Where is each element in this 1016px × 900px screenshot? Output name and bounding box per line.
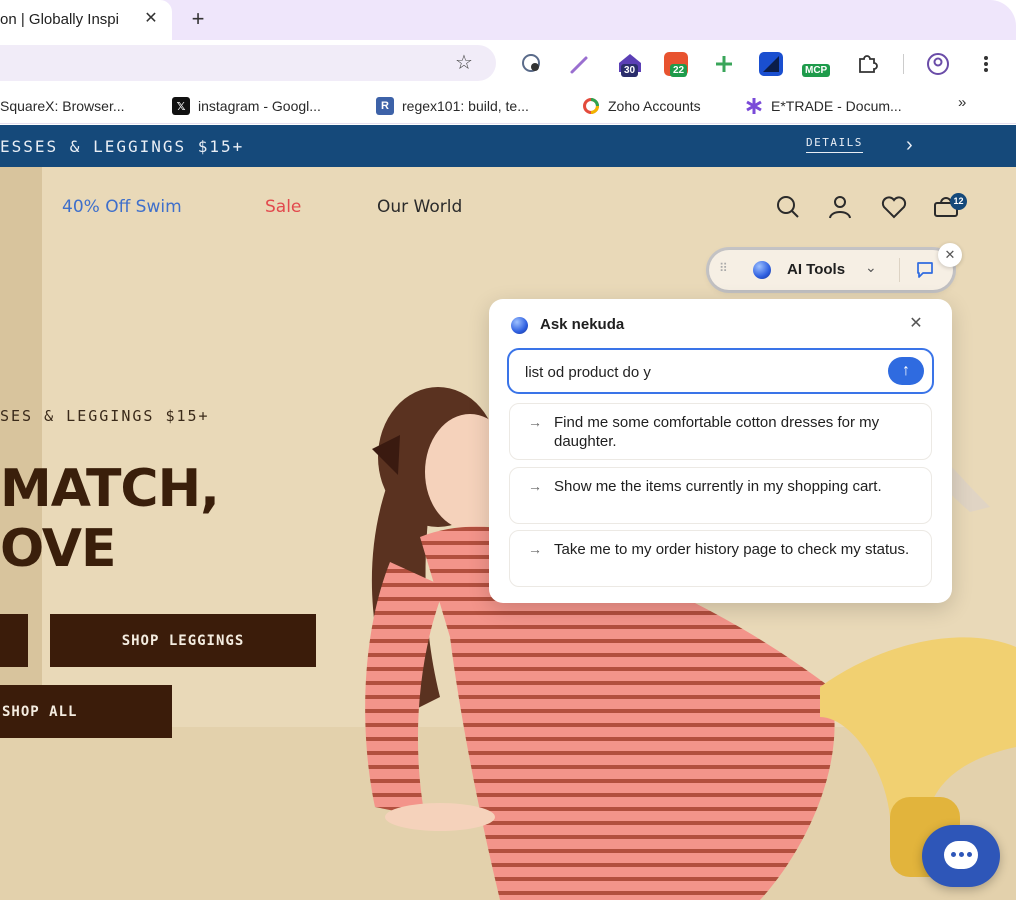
tab-strip: on | Globally Inspi ✕ + bbox=[0, 0, 1016, 40]
live-chat-button[interactable] bbox=[922, 825, 1000, 887]
nekuda-query-input[interactable] bbox=[525, 361, 875, 383]
arrow-right-icon: → bbox=[528, 478, 542, 494]
arrow-right-icon: → bbox=[528, 541, 542, 557]
ai-tools-pill: ⠿ AI Tools ⌄ bbox=[709, 250, 953, 290]
extension-badge: 22 bbox=[670, 64, 688, 77]
shop-dresses-button[interactable] bbox=[0, 614, 28, 667]
ai-tools-separator bbox=[899, 258, 900, 282]
bookmark-label: regex101: build, te... bbox=[402, 98, 529, 114]
account-icon[interactable] bbox=[826, 193, 854, 221]
suggestion-text: Find me some comfortable cotton dresses … bbox=[554, 414, 880, 450]
new-tab-button[interactable]: + bbox=[186, 7, 210, 31]
bookmark-star-icon[interactable]: ☆ bbox=[452, 51, 476, 75]
bookmarks-overflow-icon[interactable]: » bbox=[958, 94, 966, 111]
x-icon: 𝕏 bbox=[172, 97, 190, 115]
address-bar[interactable]: ☆ bbox=[0, 45, 496, 81]
panel-close-icon[interactable]: ✕ bbox=[905, 313, 927, 335]
plus-extension-icon[interactable] bbox=[712, 52, 736, 76]
promo-text: ESSES & LEGGINGS $15+ bbox=[0, 137, 245, 156]
suggestion-text: Take me to my order history page to chec… bbox=[554, 541, 910, 558]
suggestion-text: Show me the items currently in my shoppi… bbox=[554, 478, 882, 495]
hero-eyebrow: SES & LEGGINGS $15+ bbox=[0, 407, 210, 425]
nav-link-our-world[interactable]: Our World bbox=[377, 197, 462, 217]
drag-handle-icon[interactable]: ⠿ bbox=[719, 261, 728, 275]
pen-extension-icon[interactable] bbox=[568, 52, 592, 76]
tab-title: on | Globally Inspi bbox=[0, 11, 119, 28]
todo-extension-icon[interactable]: 22 bbox=[664, 52, 688, 77]
toolbar-separator bbox=[903, 54, 904, 74]
nav-link-swim[interactable]: 40% Off Swim bbox=[62, 197, 182, 217]
extension-badge: MCP bbox=[802, 64, 831, 77]
bookmark-item[interactable]: R regex101: build, te... bbox=[376, 94, 529, 118]
panel-title: Ask nekuda bbox=[540, 316, 625, 333]
suggestion-item[interactable]: → Find me some comfortable cotton dresse… bbox=[509, 403, 932, 460]
bookmark-label: Zoho Accounts bbox=[608, 98, 701, 114]
tab-close-icon[interactable]: ✕ bbox=[142, 8, 160, 30]
cart-count-badge: 12 bbox=[950, 193, 967, 210]
chat-dot bbox=[951, 852, 956, 857]
etrade-icon bbox=[745, 97, 763, 115]
nav-link-sale[interactable]: Sale bbox=[265, 197, 301, 217]
chat-dot bbox=[959, 852, 964, 857]
lens-extension-icon[interactable] bbox=[520, 52, 544, 76]
regex101-icon: R bbox=[376, 97, 394, 115]
zoho-icon bbox=[582, 97, 600, 115]
chat-dot bbox=[967, 852, 972, 857]
puzzle-extensions-icon[interactable] bbox=[855, 52, 879, 76]
active-tab[interactable]: on | Globally Inspi ✕ bbox=[0, 0, 172, 40]
arrow-right-icon: → bbox=[528, 414, 542, 430]
bookmark-label: instagram - Googl... bbox=[198, 98, 321, 114]
search-icon[interactable] bbox=[774, 193, 802, 221]
home-extension-icon[interactable]: 30 bbox=[617, 52, 641, 77]
mcp-extension-icon[interactable]: MCP bbox=[802, 52, 836, 77]
ai-orb-icon bbox=[753, 261, 771, 279]
suggestion-item[interactable]: → Show me the items currently in my shop… bbox=[509, 467, 932, 524]
bookmark-label: SquareX: Browser... bbox=[0, 98, 125, 114]
send-button[interactable]: ↑ bbox=[888, 357, 924, 385]
bookmark-item[interactable]: E*TRADE - Docum... bbox=[745, 94, 902, 118]
hero-headline-line-2: OVE bbox=[0, 519, 117, 579]
chevron-down-icon[interactable]: ⌄ bbox=[865, 259, 877, 276]
promo-bar: ESSES & LEGGINGS $15+ DETAILS › bbox=[0, 125, 1016, 167]
browser-menu-icon[interactable] bbox=[976, 52, 1000, 76]
suggestion-item[interactable]: → Take me to my order history page to ch… bbox=[509, 530, 932, 587]
shop-all-button[interactable]: SHOP ALL bbox=[0, 685, 172, 738]
bookmark-item[interactable]: 𝕏 instagram - Googl... bbox=[172, 94, 321, 118]
promo-next-icon[interactable]: › bbox=[906, 134, 913, 157]
profile-icon[interactable] bbox=[926, 52, 950, 76]
extension-badge: 30 bbox=[621, 64, 639, 77]
ai-tools-dropdown[interactable]: AI Tools bbox=[787, 261, 845, 278]
shop-leggings-button[interactable]: SHOP LEGGINGS bbox=[50, 614, 316, 667]
ask-nekuda-panel: Ask nekuda ✕ ↑ → Find me some comfortabl… bbox=[489, 299, 952, 603]
bookmark-item[interactable]: SquareX: Browser... bbox=[0, 94, 125, 118]
browser-toolbar: ☆ 30 22 MCP bbox=[0, 40, 1016, 88]
bookmarks-bar: SquareX: Browser... 𝕏 instagram - Googl.… bbox=[0, 88, 1016, 124]
chat-icon[interactable] bbox=[915, 260, 935, 280]
chat-bubble-icon bbox=[944, 841, 978, 869]
bookmark-item[interactable]: Zoho Accounts bbox=[582, 94, 701, 118]
wishlist-heart-icon[interactable] bbox=[880, 193, 908, 221]
nekuda-query-field: ↑ bbox=[507, 348, 934, 394]
bookmark-label: E*TRADE - Docum... bbox=[771, 98, 902, 114]
ai-tools-close-icon[interactable]: ✕ bbox=[938, 243, 962, 267]
promo-details-link[interactable]: DETAILS bbox=[806, 136, 863, 153]
app-extension-icon[interactable] bbox=[759, 52, 783, 76]
hero-headline-line-1: MATCH, bbox=[0, 459, 220, 519]
nekuda-orb-icon bbox=[511, 317, 528, 334]
